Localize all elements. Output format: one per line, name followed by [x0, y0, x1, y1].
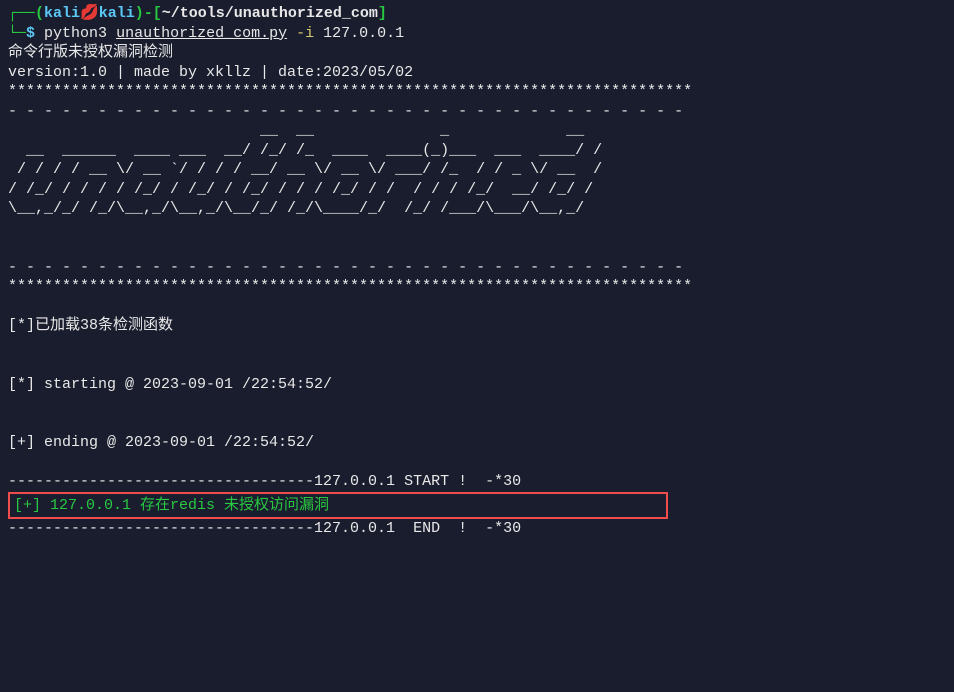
- command-flag: -i: [296, 25, 314, 42]
- end-marker: ----------------------------------127.0.…: [8, 519, 946, 539]
- dash-separator: - - - - - - - - - - - - - - - - - - - - …: [8, 258, 946, 278]
- start-marker: ----------------------------------127.0.…: [8, 472, 946, 492]
- loaded-status: [*]已加载38条检测函数: [8, 316, 946, 336]
- ascii-art-line: __ __ _ __: [8, 121, 946, 141]
- dash-separator: - - - - - - - - - - - - - - - - - - - - …: [8, 102, 946, 122]
- prompt-path: ~/tools/unauthorized_com: [162, 5, 378, 22]
- command-interpreter: python3: [44, 25, 107, 42]
- ascii-art-line: / /_/ / / / / /_/ / /_/ / /_/ / / / /_/ …: [8, 180, 946, 200]
- star-separator: ****************************************…: [8, 277, 946, 297]
- version-line: version:1.0 | made by xkllz | date:2023/…: [8, 63, 946, 83]
- ending-status: [+] ending @ 2023-09-01 /22:54:52/: [8, 433, 946, 453]
- starting-status: [*] starting @ 2023-09-01 /22:54:52/: [8, 375, 946, 395]
- command-script: unauthorized_com.py: [116, 25, 287, 42]
- command-arg: 127.0.0.1: [323, 25, 404, 42]
- tree-char: ┌──: [8, 5, 35, 22]
- vulnerability-result-box: [+] 127.0.0.1 存在redis 未授权访问漏洞: [8, 492, 668, 520]
- prompt-line-2[interactable]: └─$ python3 unauthorized_com.py -i 127.0…: [8, 24, 946, 44]
- prompt-host: kali: [99, 5, 135, 22]
- prompt-line-1: ┌──(kali💋kali)-[~/tools/unauthorized_com…: [8, 4, 946, 24]
- ascii-art-line: \__,_/_/ /_/\__,_/\__,_/\__/_/ /_/\____/…: [8, 199, 946, 219]
- ascii-art-line: / / / / __ \/ __ `/ / / / __/ __ \/ __ \…: [8, 160, 946, 180]
- heart-icon: 💋: [80, 5, 99, 22]
- star-separator: ****************************************…: [8, 82, 946, 102]
- tool-title: 命令行版未授权漏洞检测: [8, 43, 946, 63]
- vulnerability-result: [+] 127.0.0.1 存在redis 未授权访问漏洞: [14, 497, 329, 514]
- prompt-user: kali: [44, 5, 80, 22]
- terminal-output: ┌──(kali💋kali)-[~/tools/unauthorized_com…: [8, 4, 946, 539]
- dollar-sign: $: [26, 25, 35, 42]
- ascii-art-line: __ ______ ____ ___ __/ /_/ /_ ____ ____(…: [8, 141, 946, 161]
